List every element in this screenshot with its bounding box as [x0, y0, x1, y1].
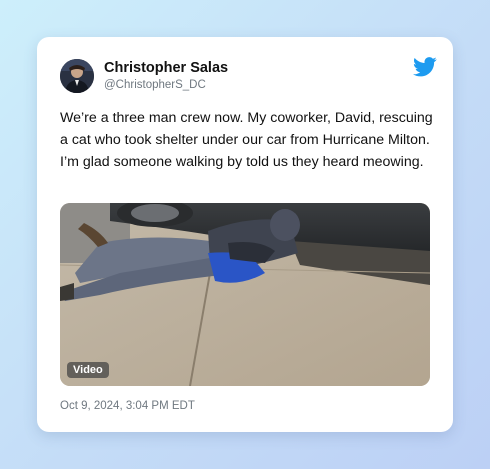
twitter-bird-icon[interactable]: [413, 57, 437, 77]
tweet-text: We’re a three man crew now. My coworker,…: [60, 110, 433, 170]
author-handle[interactable]: @ChristopherS_DC: [104, 79, 206, 91]
avatar[interactable]: [60, 59, 94, 93]
author-name[interactable]: Christopher Salas: [104, 60, 228, 76]
tweet-video[interactable]: Video: [60, 203, 430, 386]
tweet-card[interactable]: Christopher Salas @ChristopherS_DC We’re…: [37, 37, 453, 432]
tweet-timestamp[interactable]: Oct 9, 2024, 3:04 PM EDT: [60, 400, 195, 412]
video-badge: Video: [67, 362, 109, 378]
video-thumbnail: [60, 203, 430, 386]
